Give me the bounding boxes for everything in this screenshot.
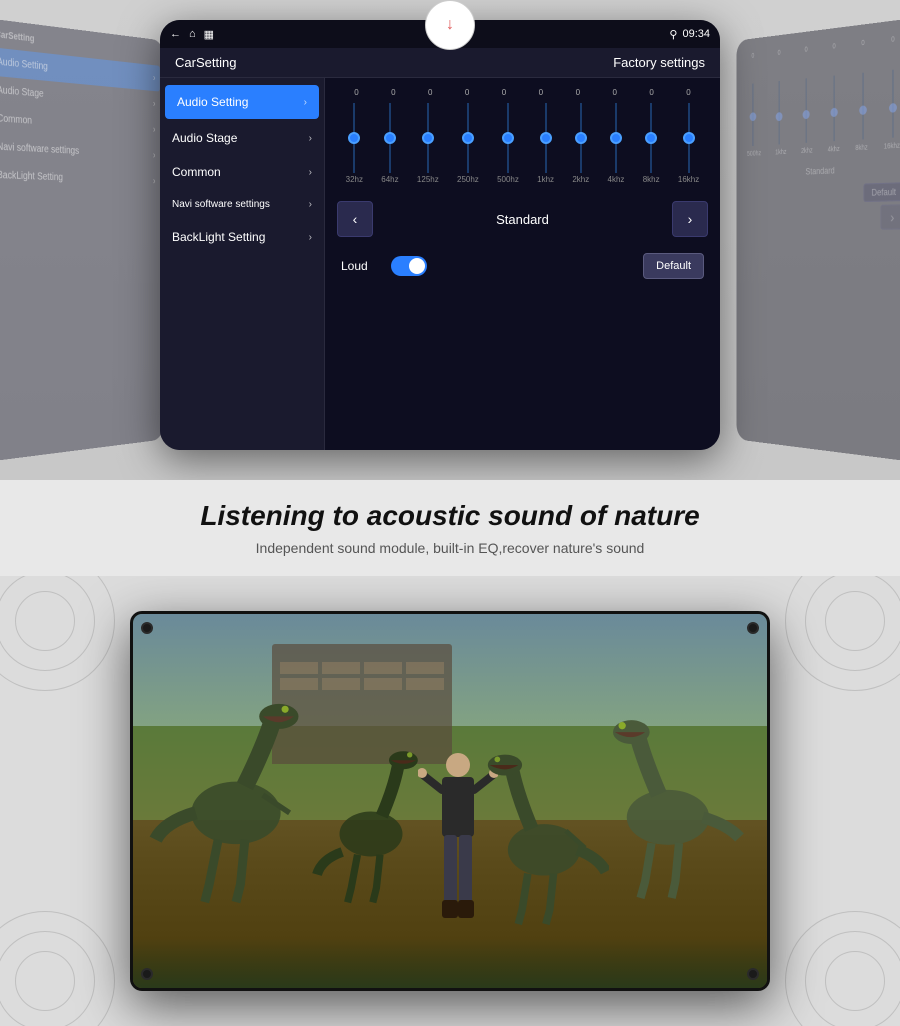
time-display: 09:34 <box>682 28 710 40</box>
sound-wave-tl-3 <box>0 576 115 691</box>
text-section: Listening to acoustic sound of nature In… <box>0 480 900 576</box>
apps-icon[interactable]: ▦ <box>204 28 214 41</box>
eq-bar-16khz: 16khz <box>678 103 699 184</box>
eq-bar-1khz: 1khz <box>537 103 554 184</box>
eq-bar-500hz: 500hz <box>497 103 519 184</box>
mount-hole-tl <box>141 622 153 634</box>
sidebar-item-audio-setting[interactable]: Audio Setting › <box>165 85 319 119</box>
left-ghost-screen: CarSetting Audio Setting› Audio Stage› C… <box>0 18 163 462</box>
sound-wave-tl-2 <box>0 576 95 671</box>
device-right-button <box>767 726 770 766</box>
center-screen: ← ⌂ ▦ ⚲ 09:34 CarSetting Factory setting… <box>160 20 720 450</box>
ghost-eq-bar-2 <box>779 81 780 144</box>
chevron-icon-common: › <box>309 167 312 178</box>
ghost-default-btn: Default <box>864 182 900 202</box>
main-content: Audio Setting › Audio Stage › Common › N… <box>160 78 720 450</box>
status-bar-icons: ← ⌂ ▦ <box>170 28 214 41</box>
down-arrow-container: ↓ <box>425 0 475 50</box>
dino-left <box>146 670 326 920</box>
main-title: Listening to acoustic sound of nature <box>10 500 890 532</box>
sound-wave-br-1 <box>825 951 885 1011</box>
ghost-eq-bar-4 <box>834 76 835 142</box>
ground-overlay <box>133 938 767 988</box>
sidebar-item-audio-stage[interactable]: Audio Stage › <box>160 121 324 155</box>
sidebar-item-common[interactable]: Common › <box>160 155 324 189</box>
next-preset-button[interactable]: › <box>672 201 708 237</box>
sound-wave-tr-2 <box>805 576 900 671</box>
eq-bar-4khz: 4khz <box>608 103 625 184</box>
app-name: CarSetting <box>175 55 236 70</box>
toggle-circle <box>409 258 425 274</box>
loud-row: Loud Default <box>333 249 712 283</box>
sidebar: Audio Setting › Audio Stage › Common › N… <box>160 78 325 450</box>
dino-center-right <box>479 726 609 926</box>
status-right: ⚲ 09:34 <box>669 28 710 41</box>
arrow-down-icon: ↓ <box>446 16 454 34</box>
prev-preset-button[interactable]: ‹ <box>337 201 373 237</box>
device-screen <box>133 614 767 988</box>
content-area: 0 0 0 0 0 0 0 0 0 0 32hz <box>325 78 720 450</box>
eq-bar-8khz: 8khz <box>643 103 660 184</box>
bottom-section <box>0 576 900 1026</box>
ghost-chevron-btn: › <box>881 204 900 229</box>
chevron-right-icon: › <box>688 211 693 227</box>
sound-wave-bl-2 <box>0 931 95 1026</box>
default-button[interactable]: Default <box>643 253 704 279</box>
device-left-button <box>130 726 133 766</box>
preset-controls: ‹ Standard › <box>333 197 712 241</box>
back-icon[interactable]: ← <box>170 28 181 40</box>
right-ghost-screen: 000000 500hz 1khz 2khz 4khz 8khz 16khz S… <box>737 18 900 462</box>
sound-wave-tl-1 <box>15 591 75 651</box>
eq-bar-2khz: 2khz <box>572 103 589 184</box>
chevron-icon-stage: › <box>309 133 312 144</box>
mount-hole-tr <box>747 622 759 634</box>
sound-wave-br-3 <box>785 911 900 1026</box>
sound-wave-br-2 <box>805 931 900 1026</box>
sidebar-item-backlight[interactable]: BackLight Setting › <box>160 220 324 254</box>
app-bar: CarSetting Factory settings <box>160 48 720 78</box>
dino-center-left <box>311 726 431 906</box>
sub-title: Independent sound module, built-in EQ,re… <box>10 540 890 556</box>
mount-hole-br <box>747 968 759 980</box>
loud-toggle[interactable] <box>391 256 427 276</box>
dino-right <box>588 689 748 909</box>
eq-bar-32hz: 32hz <box>346 103 363 184</box>
location-icon: ⚲ <box>669 28 677 41</box>
chevron-left-icon: ‹ <box>353 211 358 227</box>
sidebar-item-navi[interactable]: Navi software settings › <box>160 189 324 220</box>
ghost-eq-bar-6 <box>893 70 894 138</box>
eq-bar-125hz: 125hz <box>417 103 439 184</box>
chevron-icon-backlight: › <box>309 232 312 243</box>
eq-bar-64hz: 64hz <box>381 103 398 184</box>
sound-wave-bl-1 <box>15 951 75 1011</box>
ghost-eq-bar-3 <box>806 78 807 143</box>
device-frame <box>130 611 770 991</box>
eq-top-values: 0 0 0 0 0 0 0 0 0 0 <box>333 86 712 101</box>
ghost-eq-bar-5 <box>863 73 864 140</box>
ghost-eq-bar-1 <box>753 84 754 146</box>
preset-label: Standard <box>381 212 664 227</box>
chevron-icon-audio: › <box>304 97 307 108</box>
chevron-icon-navi: › <box>309 199 312 210</box>
mount-hole-bl <box>141 968 153 980</box>
sound-wave-tr-1 <box>825 591 885 651</box>
sound-wave-bl-3 <box>0 911 115 1026</box>
eq-bars: 32hz 64hz 125hz 250hz <box>333 109 712 189</box>
factory-settings-label: Factory settings <box>613 55 705 70</box>
top-section: ↓ CarSetting Audio Setting› Audio Stage›… <box>0 0 900 480</box>
loud-label: Loud <box>341 259 381 273</box>
sound-wave-tr-3 <box>785 576 900 691</box>
eq-bar-250hz: 250hz <box>457 103 479 184</box>
ghost-preset: Standard <box>740 162 900 179</box>
home-icon[interactable]: ⌂ <box>189 28 196 40</box>
